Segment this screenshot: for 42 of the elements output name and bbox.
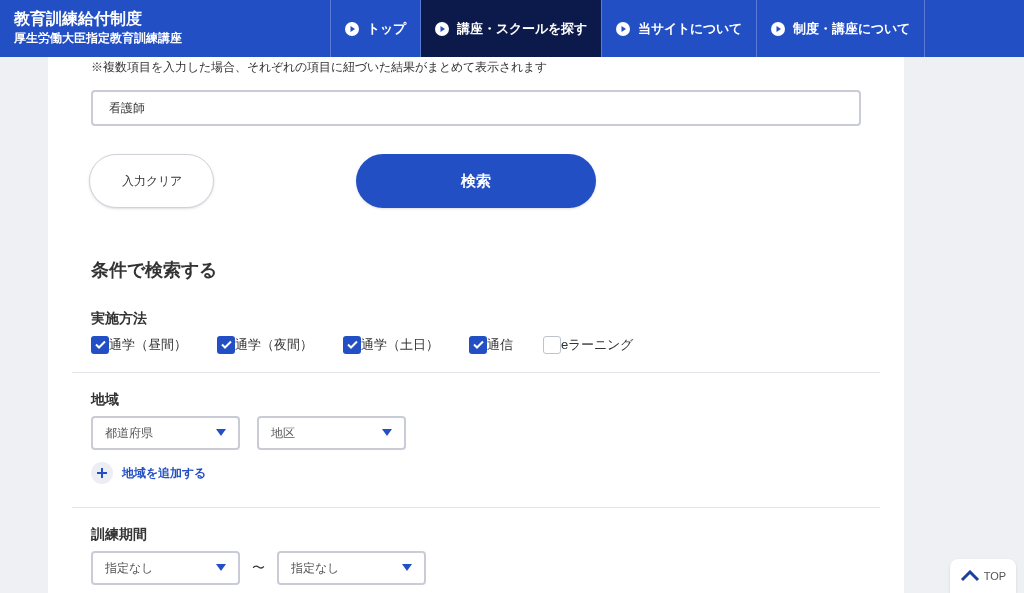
dropdown[interactable]: 指定なし [277, 550, 426, 585]
field-label: 地域 [91, 389, 120, 409]
nav-tab[interactable]: 講座・スクールを探す [420, 0, 601, 57]
checkbox-label: eラーニング [561, 336, 634, 354]
dropdown[interactable]: 地区 [257, 415, 406, 450]
keyword-field[interactable]: 看護師 [91, 90, 861, 126]
caret-icon [216, 564, 226, 571]
dropdown[interactable]: 指定なし [91, 550, 240, 585]
check-icon [472, 340, 484, 350]
field-label: 訓練期間 [91, 524, 148, 544]
plus-icon [91, 461, 113, 484]
site-title[interactable]: 教育訓練給付制度 [14, 9, 330, 29]
checkbox-label: 通信 [487, 336, 513, 354]
check-icon [220, 340, 232, 350]
checkbox[interactable] [217, 335, 235, 354]
clear-button[interactable]: 入力クリア [89, 154, 214, 208]
caret-icon [216, 429, 226, 436]
checkbox-label: 通学（昼間） [109, 336, 187, 354]
play-icon [435, 21, 449, 36]
dropdown[interactable]: 都道府県 [91, 415, 240, 450]
field-label: 実施方法 [91, 309, 148, 328]
checkbox[interactable] [343, 335, 361, 354]
checkbox[interactable] [91, 335, 109, 354]
check-icon [346, 340, 358, 350]
site-subtitle: 厚生労働大臣指定教育訓練講座 [14, 30, 183, 47]
note-text: ※複数項目を入力した場合、それぞれの項目に紐づいた結果がまとめて表示されます [91, 59, 548, 75]
play-icon [771, 21, 785, 36]
range-separator: 〜 [252, 558, 265, 577]
section-heading: 条件で検索する [91, 259, 218, 282]
play-icon [616, 21, 630, 36]
chevron-up-icon [959, 570, 980, 582]
caret-icon [382, 429, 392, 436]
checkbox-label: 通学（夜間） [235, 336, 313, 354]
back-to-top-button[interactable]: TOP [950, 559, 1016, 593]
checkbox-label: 通学（土日） [361, 336, 439, 354]
add-region-link[interactable]: 地域を追加する [91, 461, 861, 484]
checkbox[interactable] [543, 335, 561, 354]
check-icon [94, 340, 106, 350]
caret-icon [402, 564, 412, 571]
checkbox[interactable] [469, 335, 487, 354]
play-icon [345, 21, 359, 36]
search-button[interactable]: 検索 [356, 154, 596, 208]
